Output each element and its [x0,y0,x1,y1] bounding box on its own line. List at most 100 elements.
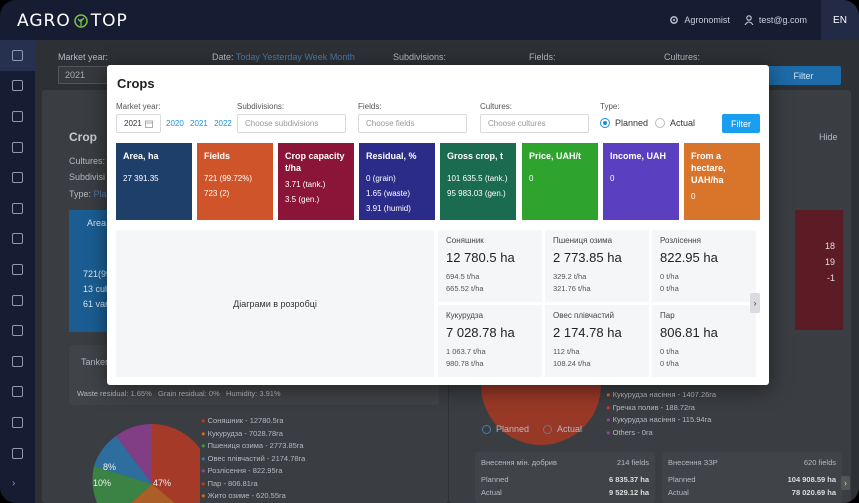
crop-card[interactable]: Пшениця озима 2 773.85 ha 329.2 t/ha 321… [545,230,649,302]
crop-card[interactable]: Пар 806.81 ha 0 t/ha 0 t/ha [652,305,756,377]
bg-right-legend: ● Кукурудза насіння - 1407.26га ● Гречка… [606,389,716,439]
crop-name: Розлісення [660,236,701,245]
bg-type-row: Type: Pla [69,189,107,199]
bg-table2-cell: 78 020.69 ha [791,488,836,497]
stat-title: Fields [204,151,231,161]
bg-date-week[interactable]: Week [304,52,327,62]
bg-date-month[interactable]: Month [330,52,355,62]
sidebar-item-documents[interactable] [0,346,35,377]
role-selector[interactable]: Agronomist [669,15,730,25]
sidebar-item-analytics[interactable] [0,315,35,346]
crops-modal: Crops Market year: 2021 2020 2021 2022 S… [107,65,769,385]
user-icon [744,15,754,25]
crop-area: 7 028.78 ha [446,325,515,340]
crops-icon [12,141,23,153]
bg-table2-title: Внесення ЗЗР [668,458,718,467]
crop-yield: 694.5 t/ha [446,272,480,281]
sidebar-item-settings[interactable] [0,407,35,438]
year-link-2021[interactable]: 2021 [190,119,208,128]
type-actual-label: Actual [670,118,696,128]
sidebar-item-weather[interactable] [0,193,35,224]
bg-table2-cell: 104 908.59 ha [787,475,836,484]
bg-table1-cell: Actual [481,488,502,497]
bg-date-today[interactable]: Today [236,52,260,62]
subdivisions-select[interactable]: Choose subdivisions [237,114,346,133]
stat-value: 3.71 (tank.) [285,180,326,189]
bg-legend-item: Waste residual: 1.65% [77,389,152,398]
calendar-icon [145,120,153,128]
type-radio-actual[interactable]: Actual [655,118,695,128]
stat-value: 721 (99.72%) [204,174,253,183]
bg-crop-legend-item: ● Овес плівчастий - 2174.78га [201,453,306,463]
user-email: test@g.com [758,15,807,25]
market-year-select[interactable]: 2021 [116,114,161,133]
fields-select[interactable]: Choose fields [358,114,467,133]
language-button[interactable]: EN [821,0,859,40]
sidebar-item-machinery[interactable] [0,162,35,193]
crop-name: Кукурудза [446,311,484,320]
stat-card-residual: Residual, % 0 (grain) 1.65 (waste) 3.91 … [359,143,435,220]
cultures-select[interactable]: Choose cultures [480,114,589,133]
bg-type-link[interactable]: Pla [94,189,107,199]
role-label: Agronomist [684,15,730,25]
stat-value: 1.65 (waste) [366,189,411,198]
sidebar-item-fields[interactable] [0,101,35,132]
stat-value: 723 (2) [204,189,230,198]
bg-pie-chart [92,424,200,503]
bg-pie-pct: 47% [153,478,172,488]
stat-value: 3.91 (humid) [366,204,411,213]
type-planned-label: Planned [615,118,649,128]
bg-table1-title: Внесення мін. добрив [481,458,557,467]
crop-card[interactable]: Розлісення 822.95 ha 0 t/ha 0 t/ha [652,230,756,302]
bg-next-arrow[interactable]: › [841,476,850,490]
crop-name: Овес плівчастий [553,311,614,320]
sidebar-item-map[interactable] [0,71,35,102]
crop-yield-per: 0 t/ha [660,284,679,293]
sidebar-item-tools[interactable] [0,285,35,316]
bg-date-filter: Date: Today Yesterday Week Month [212,52,355,62]
bg-crop-legend-item: ● Розлісення - 822.95га [201,466,283,475]
sidebar-item-integrations[interactable] [0,438,35,469]
year-links: 2020 2021 2022 [166,119,236,128]
bg-filter-button[interactable]: Filter [766,66,841,85]
map-icon [12,80,23,92]
stat-value: 0 (grain) [366,174,396,183]
modal-title: Crops [117,76,155,91]
sidebar-expand[interactable]: › [0,468,35,499]
bg-date-yesterday[interactable]: Yesterday [262,52,302,62]
bg-crop-legend-item: ● Жито озиме - 620.55га [201,491,286,500]
year-link-2020[interactable]: 2020 [166,119,184,128]
type-radio-planned[interactable]: Planned [600,118,648,128]
crop-yield: 329.2 t/ha [553,272,587,281]
stat-card-price: Price, UAH/t 0 [522,143,598,220]
bg-subdivisions-row: Subdivisi [69,172,106,182]
sidebar-item-reports[interactable] [0,377,35,408]
year-link-2022[interactable]: 2022 [214,119,232,128]
crop-yield: 0 t/ha [660,272,679,281]
book-icon [12,386,23,398]
bg-type-radio[interactable]: Planned Actual [482,424,582,434]
bg-hide-button[interactable]: Hide [819,132,838,142]
sidebar-item-dashboard[interactable] [0,40,35,71]
stat-card-area: Area, ha 27 391.35 [116,143,192,220]
sidebar-item-crops[interactable] [0,132,35,163]
search-icon [12,233,23,245]
bg-radio-planned: Planned [496,424,530,434]
filter-button[interactable]: Filter [722,114,760,133]
crop-card[interactable]: Овес плівчастий 2 174.78 ha 112 t/ha 108… [545,305,649,377]
fields-label: Fields: [358,102,382,111]
chart-icon [12,325,23,337]
bg-table2-cell: Planned [668,475,696,484]
sidebar-item-storage[interactable] [0,254,35,285]
next-arrow-button[interactable]: › [750,293,760,313]
storage-icon [12,263,23,275]
bg-right-legend-item: ● Others - 0га [606,427,653,437]
stat-value: 27 391.35 [123,174,159,183]
crop-yield-per: 108.24 t/ha [553,359,591,368]
sidebar-item-search[interactable] [0,224,35,255]
crop-yield: 1 063.7 t/ha [446,347,486,356]
crop-card[interactable]: Кукурудза 7 028.78 ha 1 063.7 t/ha 980.7… [438,305,542,377]
logo[interactable]: AGRO TOP [17,11,128,31]
crop-card[interactable]: Соняшник 12 780.5 ha 694.5 t/ha 665.52 t… [438,230,542,302]
user-menu[interactable]: test@g.com [744,15,807,25]
